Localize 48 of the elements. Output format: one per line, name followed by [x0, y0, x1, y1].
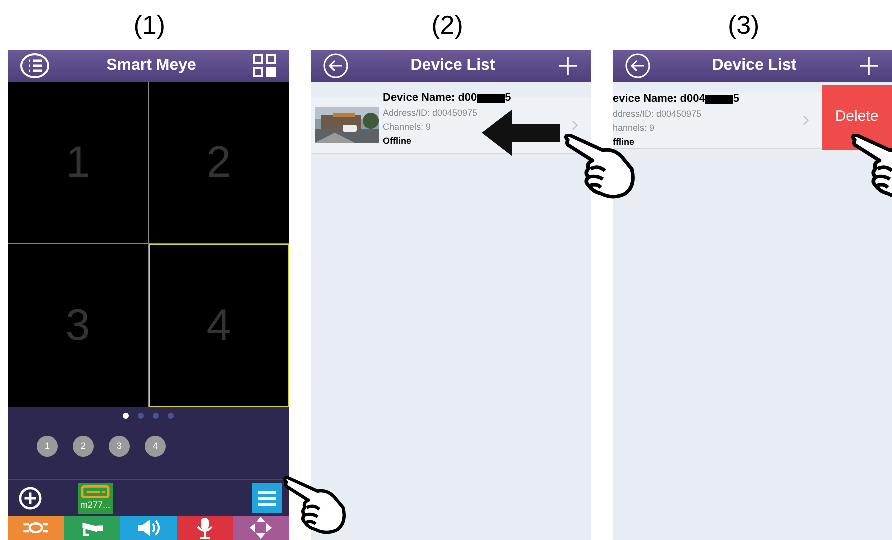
- device-status: Offline: [383, 136, 412, 146]
- menu-icon: [20, 53, 50, 79]
- step-label: (1): [134, 8, 166, 42]
- screen-title: Device List: [712, 56, 797, 76]
- device-button[interactable]: m277...: [78, 482, 113, 514]
- chevron-icon: [572, 120, 579, 130]
- grid-layout-button[interactable]: [252, 54, 277, 78]
- redaction-bar: [705, 94, 734, 104]
- back-button[interactable]: [323, 53, 349, 79]
- device-address: ddress/ID: d00450975: [613, 110, 703, 118]
- device-name-end: 5: [733, 94, 740, 104]
- control-button[interactable]: [64, 516, 120, 540]
- recorder-icon: [81, 484, 110, 498]
- add-button[interactable]: [556, 55, 579, 77]
- control-button[interactable]: [8, 516, 64, 540]
- left-arrow-icon: [482, 110, 560, 156]
- step-label: (2): [432, 8, 464, 42]
- channel-button[interactable]: 4: [145, 436, 166, 457]
- device-channels: hannels: 9: [613, 124, 656, 132]
- add-button[interactable]: [858, 55, 880, 77]
- control-button[interactable]: [120, 516, 177, 540]
- pointing-hand-drawing: [283, 476, 347, 536]
- cradle-icon: [22, 521, 50, 535]
- channel-button[interactable]: 2: [73, 436, 94, 457]
- microphone-icon: [196, 517, 213, 539]
- control-button[interactable]: [176, 516, 233, 540]
- back-button[interactable]: [625, 53, 651, 79]
- channel-button[interactable]: 1: [37, 436, 58, 457]
- screen-title: Device List: [410, 56, 496, 76]
- menu-button[interactable]: [20, 53, 50, 79]
- plus-circle-icon: [18, 486, 42, 510]
- direction-arrows-icon: [248, 516, 273, 540]
- device-status: ffline: [613, 138, 636, 146]
- device-channels: Channels: 9: [383, 122, 432, 132]
- step-label: (3): [728, 8, 760, 42]
- plus-icon: [858, 55, 880, 77]
- device-address: Address/ID: d00450975: [383, 108, 479, 118]
- chevron-icon: [803, 114, 810, 126]
- screen-title: Smart Meye: [106, 56, 196, 76]
- device-name: evice Name: d004: [613, 94, 706, 104]
- list-button[interactable]: [252, 483, 282, 513]
- device-row[interactable]: evice Name: d004 5 ddress/ID: d00450975 hannels: 9 ffline: [613, 92, 822, 149]
- plus-icon: [556, 55, 579, 77]
- grid-icon: [252, 54, 277, 78]
- delete-button[interactable]: Delete: [822, 85, 892, 150]
- channel-button[interactable]: 3: [109, 436, 130, 457]
- speaker-icon: [136, 518, 162, 538]
- control-button[interactable]: [232, 516, 290, 540]
